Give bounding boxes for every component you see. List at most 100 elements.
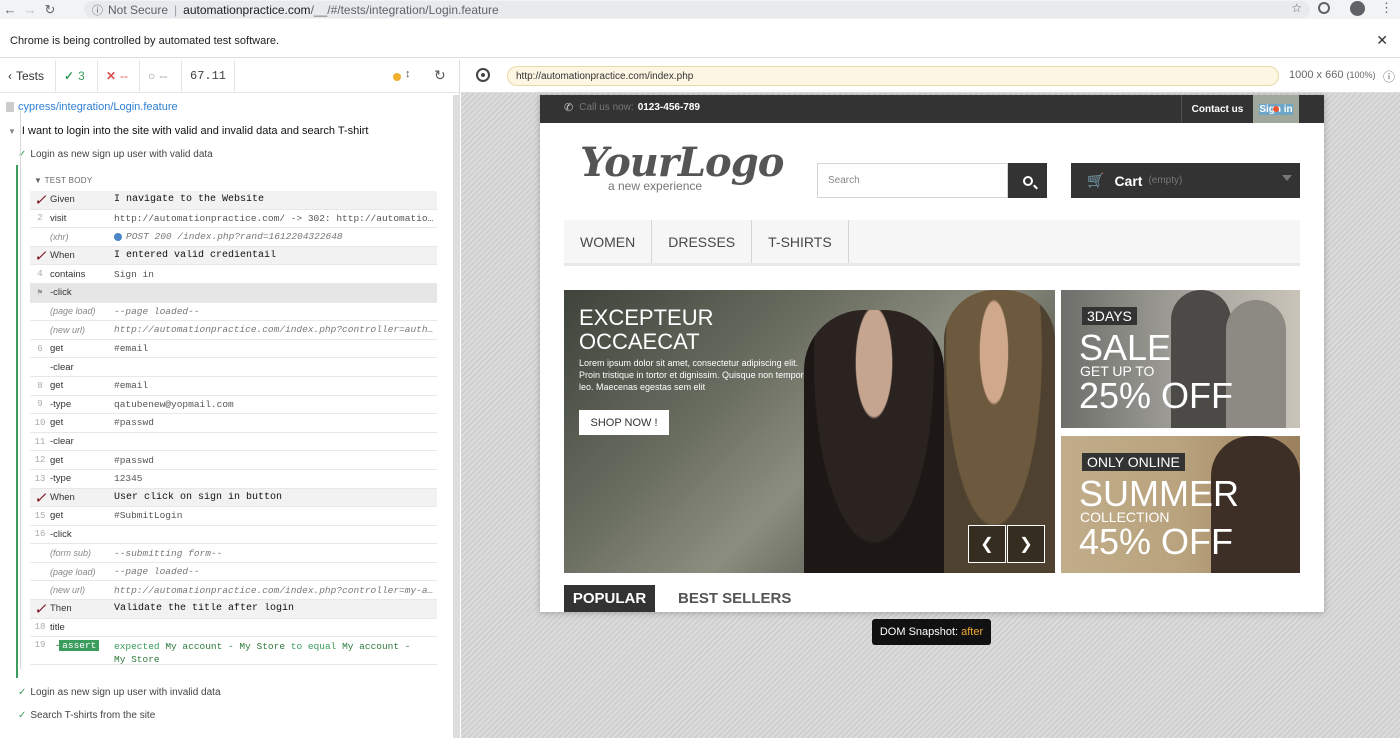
dom-snapshot-label: DOM Snapshot: after [872,619,991,645]
test-title-text: Login as new sign up user with invalid d… [30,687,221,698]
command-row[interactable]: 6 get #email [30,340,437,359]
address-bar[interactable]: ⓘ Not Secure | automationpractice.com /_… [84,1,1310,18]
command-message: qatubenew@yopmail.com [114,398,234,410]
cart-button[interactable]: 🛒 Cart (empty) [1071,163,1300,198]
info-icon[interactable]: ⓘ [92,2,103,18]
command-row[interactable]: 15 get #SubmitLogin [30,507,437,526]
command-row[interactable]: (page load) --page loaded-- [30,563,437,582]
command-row[interactable]: (xhr) POST 200 /index.php?rand=1612204322… [30,228,437,247]
pending-circle-icon: ○ [148,69,156,83]
scroll-toggle-icon[interactable]: ↕ [405,68,411,80]
command-name: Given [50,194,75,206]
url-path: /__/#/tests/integration/Login.feature [310,2,499,17]
close-icon[interactable]: ✕ [1376,32,1388,49]
tests-label: Tests [16,69,45,83]
spec-file-link[interactable]: cypress/integration/Login.feature [18,101,178,113]
viewport-size: 1000 x 660 (100%) [1289,69,1376,81]
shop-now-button[interactable]: SHOP NOW ! [579,410,669,435]
test-title[interactable]: ✓ Login as new sign up user with valid d… [18,149,213,160]
rerun-icon[interactable]: ↻ [434,67,446,84]
command-name: -clear [50,361,74,373]
command-row[interactable]: 2 visit http://automationpractice.com/ -> … [30,210,437,229]
gherkin-step-row[interactable]: ✓ When I entered valid credientail [30,246,437,266]
cart-state: (empty) [1148,175,1183,186]
reload-icon[interactable]: ↻ [40,2,60,18]
slide-title-line-2: OCCAECAT [579,329,700,354]
phone-icon: ✆ [564,102,574,114]
logo-tagline: a new experience [608,179,703,193]
command-row[interactable]: 12 get #passwd [30,451,437,470]
command-row[interactable]: 16 -click [30,526,437,545]
command-row[interactable]: 4 contains Sign in [30,265,437,284]
command-number: 9 [37,399,43,410]
forward-icon[interactable]: → [20,2,40,17]
contact-us-link[interactable]: Contact us [1181,95,1253,123]
gherkin-step-row[interactable]: ✓ Given I navigate to the Website [30,191,437,210]
browser-toolbar: ← → ↻ ⓘ Not Secure | automationpractice.… [0,0,1400,19]
tab-popular[interactable]: POPULAR [564,585,655,612]
command-name: get [50,454,64,466]
command-row[interactable]: ⚑ -click [30,283,437,303]
command-name: -clear [50,436,74,448]
slide-title-line-1: EXCEPTEUR [579,305,714,330]
viewport-value: 1000 x 660 [1289,69,1344,81]
command-row[interactable]: 11 -clear [30,433,437,452]
search-button[interactable] [1008,163,1047,198]
tab-best-sellers[interactable]: BEST SELLERS [678,585,791,612]
command-message: Sign in [114,268,154,280]
command-row[interactable]: (form sub) --submitting form-- [30,544,437,563]
file-icon [6,102,14,112]
command-message: 12345 [114,473,143,485]
extension-icon[interactable] [1318,2,1330,14]
failed-count: ✕ -- [98,59,140,93]
store-logo[interactable]: YourLogo a new experience [580,139,784,195]
slider-next-button[interactable]: ❯ [1007,525,1045,563]
selector-playground-icon[interactable] [476,68,490,82]
gherkin-step-row[interactable]: ✓ Then Validate the title after login [30,600,437,619]
assert-row[interactable]: 19 - assert expected My account - My Store … [30,637,437,666]
reporter-scrollbar[interactable] [453,95,460,738]
command-name: (xhr) [50,231,69,242]
command-row[interactable]: 8 get #email [30,377,437,396]
assert-value: My account - My Store [165,641,286,653]
command-row[interactable]: 18 title [30,619,437,638]
homepage-slider[interactable]: EXCEPTEUR OCCAECAT Lorem ipsum dolor sit… [564,290,1055,573]
promo-banner-summer[interactable]: ONLY ONLINE SUMMER COLLECTION 45% OFF [1061,436,1300,573]
test-body-label[interactable]: ▼ TEST BODY [34,176,93,185]
profile-avatar-icon[interactable] [1350,1,1365,16]
command-name: get [50,510,64,522]
gherkin-step-row[interactable]: ✓ When User click on sign in button [30,488,437,508]
tests-back-button[interactable]: ‹ Tests [0,59,56,93]
command-name: Then [50,603,72,615]
suite-title-text: I want to login into the site with valid… [21,125,369,137]
menu-item-dresses[interactable]: DRESSES [652,220,753,263]
promo-model-woman [1226,300,1286,428]
command-name: - assert [50,640,114,652]
command-name: -click [50,287,72,299]
snapshot-state[interactable]: after [961,626,983,638]
bookmark-star-icon[interactable]: ☆ [1291,1,1302,15]
command-row[interactable]: (new url) http://automationpractice.com/i… [30,321,437,340]
test-title[interactable]: ✓ Search T-shirts from the site [18,710,155,721]
suite-title[interactable]: ▼ I want to login into the site with val… [8,125,368,137]
command-row[interactable]: 10 get #passwd [30,414,437,433]
back-icon[interactable]: ← [0,2,20,17]
slider-prev-button[interactable]: ❮ [968,525,1006,563]
viewport-scale: (100%) [1346,70,1376,80]
click-marker-icon [1273,106,1279,112]
command-row[interactable]: (page load) --page loaded-- [30,303,437,322]
command-row[interactable]: 9 -type qatubenew@yopmail.com [30,396,437,415]
command-row[interactable]: (new url) http://automationpractice.com/i… [30,581,437,601]
menu-item-tshirts[interactable]: T-SHIRTS [752,220,849,263]
info-icon[interactable]: ⓘ [1383,68,1395,85]
promo-banner-sale[interactable]: 3DAYS SALE GET UP TO 25% OFF [1061,290,1300,428]
url-host: automationpractice.com [183,2,311,17]
command-row[interactable]: 13 -type 12345 [30,470,437,489]
search-input[interactable]: Search [817,163,1008,198]
phone-number: 0123-456-789 [637,102,700,113]
command-message: http://automationpractice.com/ -> 302: h… [114,212,434,224]
menu-item-women[interactable]: WOMEN [564,220,653,263]
test-title[interactable]: ✓ Login as new sign up user with invalid… [18,687,221,698]
command-row[interactable]: -clear [30,358,437,377]
more-menu-icon[interactable]: ⋮ [1380,0,1393,16]
